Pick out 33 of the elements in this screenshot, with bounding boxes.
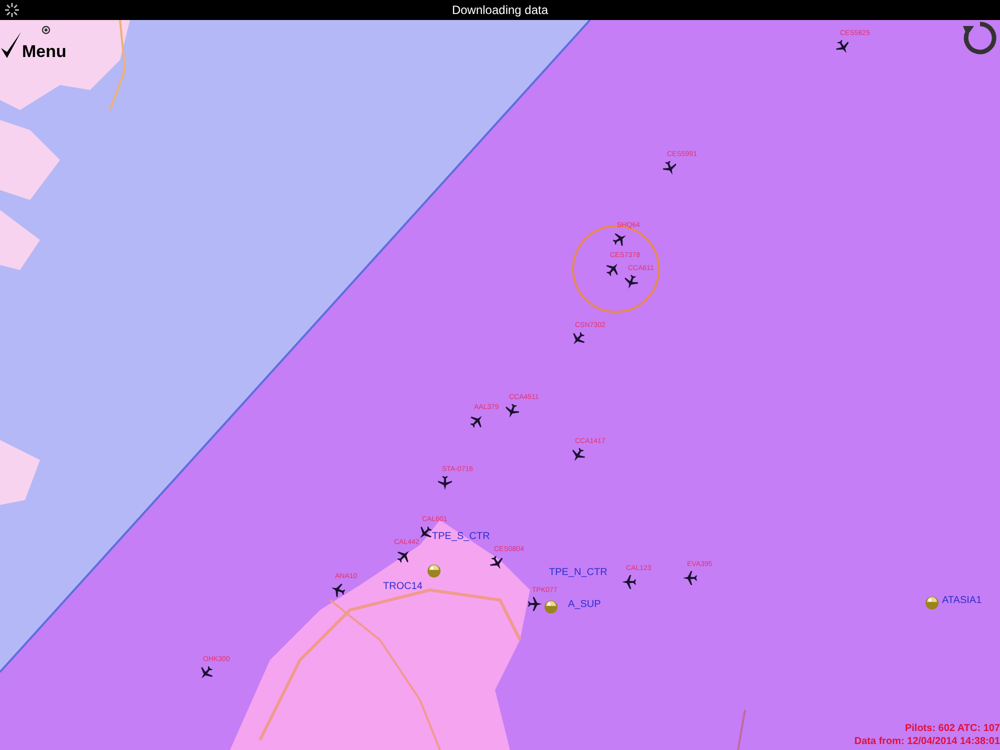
plane-icon[interactable] [528,597,542,611]
plane-icon[interactable] [622,575,636,589]
atc-label: TPE_N_CTR [549,568,608,578]
plane-icon[interactable] [199,666,213,680]
plane-icon[interactable] [624,275,638,289]
plane-icon[interactable] [505,404,519,418]
check-icon [0,30,22,60]
plane-icon[interactable] [490,556,504,570]
globe-icon[interactable] [427,564,441,578]
atc-label: TROC14 [383,582,422,592]
pilots-count: Pilots: 602 ATC: 107 [904,723,1000,736]
plane-icon[interactable] [331,583,345,597]
plane-icon[interactable] [397,549,411,563]
atc-label: ATASIA1 [942,596,982,606]
plane-icon[interactable] [606,262,620,276]
plane-icon[interactable] [571,332,585,346]
plane-icon[interactable] [418,526,432,540]
plane-icon[interactable] [613,232,627,246]
globe-icon[interactable] [544,600,558,614]
location-icon [40,24,52,36]
plane-icon[interactable] [663,161,677,175]
menu-button[interactable]: Menu [0,30,66,60]
plane-icon[interactable] [438,476,452,490]
plane-icon[interactable] [571,448,585,462]
plane-icon[interactable] [683,571,697,585]
atc-label: TPE_S_CTR [432,532,490,542]
atc-label: A_SUP [568,600,601,610]
status-title: Downloading data [452,2,548,19]
plane-icon[interactable] [470,414,484,428]
plane-icon[interactable] [836,40,850,54]
refresh-button[interactable] [962,20,998,56]
globe-icon[interactable] [925,596,939,610]
data-timestamp: Data from: 12/04/2014 14:38:01 [854,736,1000,748]
